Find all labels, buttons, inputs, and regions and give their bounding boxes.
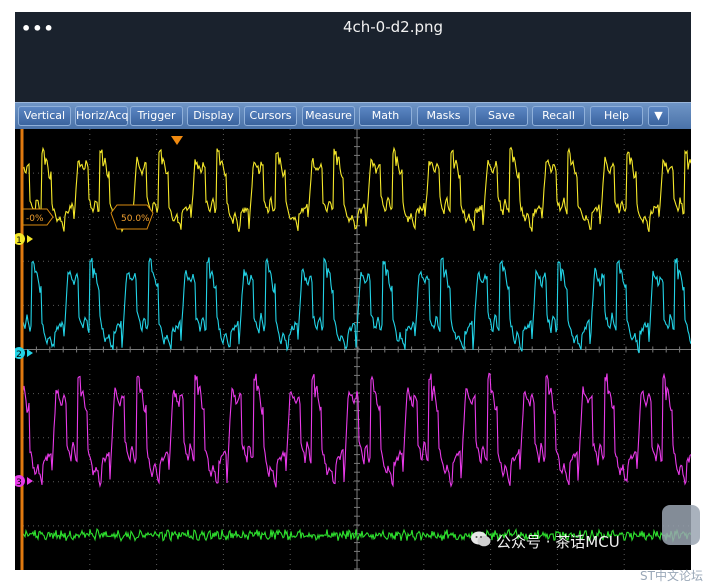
channel-3-marker[interactable]: 3 <box>15 475 33 488</box>
channel-3-label: 3 <box>16 478 22 488</box>
watermark-text: 公众号 · 茶话MCU <box>496 533 620 551</box>
trigger-level-text-1: -0% <box>26 214 44 224</box>
wechat-icon <box>471 531 491 547</box>
trigger-level-label-2: 50.0% <box>110 204 154 230</box>
dropdown-arrow-icon[interactable]: ▼ <box>648 106 669 126</box>
channel-2-label: 2 <box>16 350 22 360</box>
menu-vertical[interactable]: Vertical <box>18 106 71 126</box>
trigger-level-label-1: -0% <box>22 208 54 226</box>
menu-display[interactable]: Display <box>187 106 240 126</box>
menu-help[interactable]: Help <box>590 106 643 126</box>
app-window: ••• 4ch-0-d2.png Vertical Horiz/Acq Trig… <box>15 12 691 570</box>
menu-math[interactable]: Math <box>359 106 412 126</box>
menu-save[interactable]: Save <box>475 106 528 126</box>
menu-measure[interactable]: Measure <box>302 106 355 126</box>
waveform-canvas: 1 2 3 4 -0% 50.0% <box>15 128 691 570</box>
trigger-position-icon[interactable] <box>171 136 183 145</box>
chat-bubble-icon <box>662 505 700 545</box>
channel-1-label: 1 <box>16 236 22 246</box>
channel-4-label: 4 <box>16 568 22 570</box>
footer-watermark: ST中文论坛 <box>640 569 703 583</box>
window-title: 4ch-0-d2.png <box>342 18 444 36</box>
menu-masks[interactable]: Masks <box>417 106 470 126</box>
channel-1-marker[interactable]: 1 <box>15 233 33 246</box>
channel-2-marker[interactable]: 2 <box>15 347 33 360</box>
trigger-level-text-2: 50.0% <box>121 214 150 224</box>
menu-cursors[interactable]: Cursors <box>244 106 297 126</box>
menu-bar: Vertical Horiz/Acq Trigger Display Curso… <box>15 102 691 129</box>
menu-trigger[interactable]: Trigger <box>130 106 183 126</box>
menu-recall[interactable]: Recall <box>532 106 585 126</box>
oscilloscope-display: 1 2 3 4 -0% 50.0% <box>15 128 691 570</box>
title-bar: ••• 4ch-0-d2.png <box>15 12 691 102</box>
graticule <box>22 128 691 570</box>
menu-horiz-acq[interactable]: Horiz/Acq <box>75 106 128 126</box>
